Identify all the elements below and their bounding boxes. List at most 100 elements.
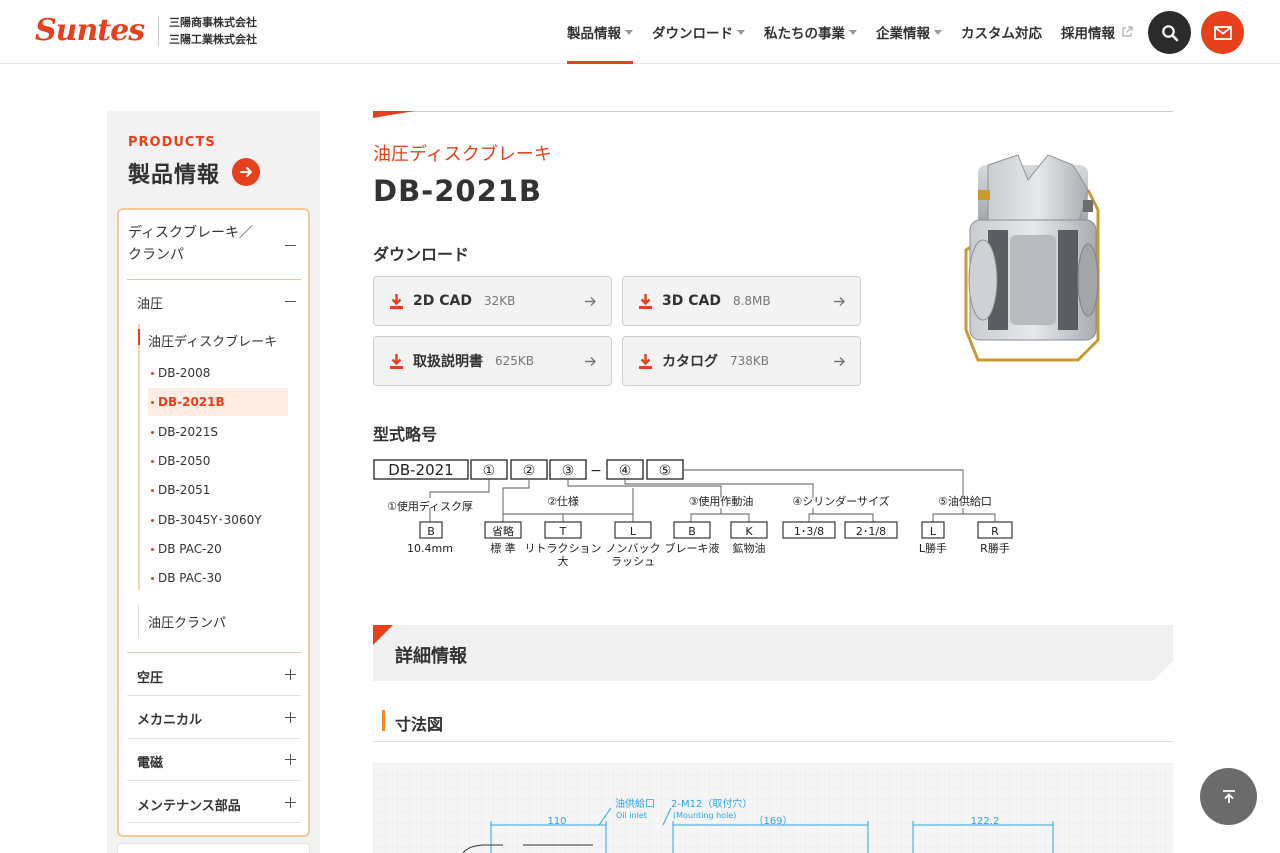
download-label: カタログ: [662, 354, 718, 370]
drawing-dim-110: 110: [547, 816, 566, 827]
sidebar-item-db-2021b[interactable]: DB-2021B: [148, 388, 288, 416]
option-desc: R勝手: [980, 541, 1010, 555]
arrow-right-icon: [585, 357, 596, 366]
nav-custom[interactable]: カスタム対応: [961, 0, 1042, 64]
mail-icon: [1213, 25, 1232, 40]
sidebar-category-box: ディスクブレーキ／ クランパ 油圧 油圧ディスクブレーキ DB-2008 DB-…: [117, 208, 310, 837]
minus-icon[interactable]: [285, 296, 296, 307]
chevron-down-icon: [934, 29, 942, 35]
option-code: 1･3/8: [794, 525, 824, 538]
product-image: [964, 154, 1100, 362]
group-title: ⑤油供給口: [938, 494, 992, 508]
sidebar: PRODUCTS 製品情報 ディスクブレーキ／ クランパ 油圧 油圧ディスクブレ…: [107, 111, 320, 853]
download-size: 8.8MB: [732, 294, 771, 308]
detail-heading: 詳細情報: [395, 646, 467, 667]
divider: [127, 780, 301, 781]
divider: [127, 695, 301, 696]
nav-products[interactable]: 製品情報: [567, 0, 633, 64]
external-link-icon: [1122, 26, 1133, 37]
chevron-down-icon: [737, 29, 745, 35]
sidebar-category-line1: ディスクブレーキ／: [128, 225, 254, 241]
model-dash: −: [590, 463, 602, 479]
site-logo[interactable]: Suntes: [35, 14, 145, 48]
nav-download[interactable]: ダウンロード: [652, 0, 745, 64]
sidebar-en-label: PRODUCTS: [128, 135, 216, 150]
plus-icon[interactable]: [285, 669, 296, 680]
sidebar-item-db-pac-20[interactable]: DB PAC-20: [148, 535, 288, 563]
contact-button[interactable]: [1201, 11, 1244, 54]
sidebar-title-link[interactable]: [232, 158, 260, 186]
drawing-oil-inlet-en: Oil inlet: [616, 811, 647, 820]
option-desc: リトラクション: [525, 542, 602, 555]
option-code: B: [688, 525, 696, 538]
model-slot-1: ①: [483, 463, 496, 479]
sidebar-category-mechanical[interactable]: メカニカル: [137, 709, 297, 728]
nav-company[interactable]: 企業情報: [876, 0, 942, 64]
download-icon: [390, 353, 403, 369]
sidebar-group-hydraulic-clamper[interactable]: 油圧クランパ: [148, 612, 226, 631]
group-title: ②仕様: [547, 494, 579, 508]
dimension-heading-bar: [382, 710, 385, 731]
sidebar-item-db-2051[interactable]: DB-2051: [148, 476, 288, 504]
sidebar-group-hydraulic-disc-brake[interactable]: 油圧ディスクブレーキ: [148, 331, 277, 350]
option-desc: 10.4mm: [407, 542, 453, 555]
plus-icon[interactable]: [285, 797, 296, 808]
sidebar-item-db-2050[interactable]: DB-2050: [148, 447, 288, 475]
model-slot-4: ④: [619, 463, 632, 479]
group-title: ①使用ディスク厚: [387, 499, 473, 513]
dimension-heading: 寸法図: [395, 715, 444, 734]
sidebar-item-db-3045y-3060y[interactable]: DB-3045Y･3060Y: [148, 506, 288, 534]
sidebar-item-db-2008[interactable]: DB-2008: [148, 359, 288, 387]
option-code: T: [559, 525, 567, 538]
search-button[interactable]: [1148, 11, 1191, 54]
drawing-mounting-jp: 2-M12（取付穴）: [671, 797, 752, 810]
sidebar-category-pneumatic[interactable]: 空圧: [137, 667, 297, 686]
download-2d-cad-button[interactable]: 2D CAD 32KB: [373, 276, 612, 326]
model-base: DB-2021: [388, 461, 453, 479]
back-to-top-button[interactable]: [1200, 768, 1257, 825]
download-3d-cad-button[interactable]: 3D CAD 8.8MB: [622, 276, 861, 326]
option-desc: L勝手: [919, 541, 947, 555]
download-icon: [639, 353, 652, 369]
sidebar-title[interactable]: 製品情報: [128, 157, 220, 189]
nav-recruit[interactable]: 採用情報: [1061, 0, 1133, 64]
download-label: 取扱説明書: [413, 354, 483, 370]
site-header: Suntes 三陽商事株式会社 三陽工業株式会社 製品情報 ダウンロード 私たち…: [0, 0, 1280, 64]
company-name-1: 三陽商事株式会社: [169, 16, 257, 29]
sidebar-tree-line: [138, 604, 139, 638]
dimension-drawing: 油供給口 Oil inlet 2-M12（取付穴） (Mounting hole…: [373, 763, 1173, 853]
company-name-2: 三陽工業株式会社: [169, 33, 257, 46]
dimension-heading-line: [373, 741, 1173, 742]
download-icon: [390, 293, 403, 309]
sidebar-category-electromagnetic[interactable]: 電磁: [137, 752, 297, 771]
option-desc: 標 準: [490, 541, 516, 555]
model-slot-3: ③: [562, 463, 575, 479]
sidebar-category-maintenance[interactable]: メンテナンス部品: [137, 795, 297, 814]
option-code: R: [991, 525, 999, 538]
model-slot-2: ②: [523, 463, 536, 479]
group-title: ④シリンダーサイズ: [792, 494, 889, 508]
drawing-dim-169: （169）: [753, 815, 792, 827]
back-to-top-icon: [1222, 789, 1235, 803]
detail-section-header: [373, 625, 1173, 681]
sidebar-item-db-pac-30[interactable]: DB PAC-30: [148, 564, 288, 592]
sidebar-category-disc-brake[interactable]: ディスクブレーキ／ クランパ: [128, 222, 300, 266]
download-label: 3D CAD: [662, 293, 721, 309]
search-icon: [1161, 24, 1178, 41]
nav-company-label: 企業情報: [876, 26, 930, 42]
download-heading: ダウンロード: [373, 245, 470, 264]
group-title: ③使用作動油: [689, 494, 754, 508]
download-size: 32KB: [483, 294, 516, 308]
nav-business[interactable]: 私たちの事業: [764, 0, 857, 64]
download-manual-button[interactable]: 取扱説明書 625KB: [373, 336, 612, 386]
model-slot-5: ⑤: [659, 463, 672, 479]
sidebar-item-db-2021s[interactable]: DB-2021S: [148, 418, 288, 446]
sidebar-sub-hydraulic[interactable]: 油圧: [137, 293, 163, 312]
arrow-right-icon: [240, 167, 252, 177]
download-catalog-button[interactable]: カタログ 738KB: [622, 336, 861, 386]
option-desc: 鉱物油: [733, 541, 766, 555]
plus-icon[interactable]: [285, 712, 296, 723]
plus-icon[interactable]: [285, 754, 296, 765]
minus-icon[interactable]: [285, 240, 296, 251]
divider: [127, 822, 301, 823]
